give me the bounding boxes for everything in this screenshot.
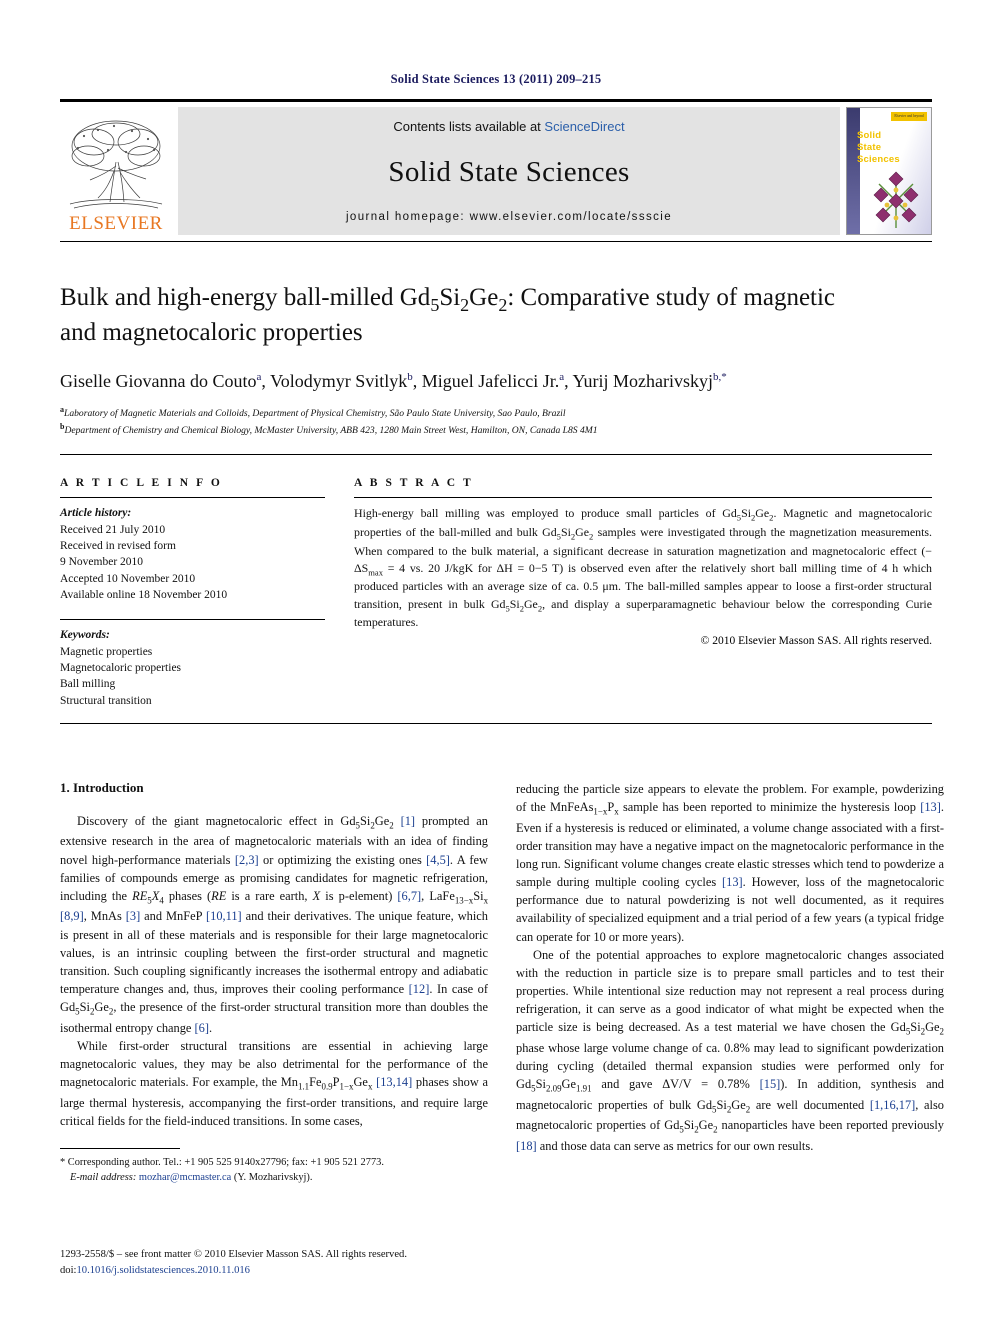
contents-prefix: Contents lists available at — [393, 119, 545, 134]
affiliation-list: aLaboratory of Magnetic Materials and Co… — [60, 404, 932, 438]
keyword-item: Ball milling — [60, 678, 116, 691]
email-link[interactable]: mozhar@mcmaster.ca — [139, 1172, 231, 1183]
abstract-rule-top — [354, 497, 932, 499]
footnote-text: * Corresponding author. Tel.: +1 905 525… — [60, 1155, 488, 1185]
sciencedirect-link[interactable]: ScienceDirect — [544, 119, 624, 134]
author-list: Giselle Giovanna do Coutoa, Volodymyr Sv… — [60, 371, 727, 392]
running-head: Solid State Sciences 13 (2011) 209–215 — [390, 72, 602, 86]
masthead-bottom-rule — [60, 241, 932, 242]
info-abstract-row: A R T I C L E I N F O Article history: R… — [60, 477, 932, 709]
cover-title-line2: State — [857, 141, 882, 153]
corresponding-author-line: * Corresponding author. Tel.: +1 905 525… — [60, 1157, 384, 1169]
article-history-block: Article history: Received 21 July 2010 R… — [60, 505, 325, 603]
article-info-rule-mid — [60, 619, 325, 621]
author-1-affil-mark: a — [256, 371, 262, 384]
paper-page: Solid State Sciences 13 (2011) 209–215 E… — [0, 0, 992, 1323]
abstract-heading: A B S T R A C T — [354, 477, 474, 490]
keywords-label: Keywords: — [60, 629, 110, 642]
cover-left-bar — [847, 108, 860, 234]
author-4: Yurij Mozharivskyjb,* — [572, 371, 727, 392]
paragraph: One of the potential approaches to explo… — [516, 947, 944, 1153]
cover-tag: Elsevier and beyond — [891, 112, 927, 121]
page-title: Bulk and high-energy ball-milled Gd5Si2G… — [60, 282, 932, 349]
author-1: Giselle Giovanna do Coutoa — [60, 371, 262, 392]
keyword-item: Magnetocaloric properties — [60, 661, 182, 674]
author-4-affil-mark: b,* — [712, 371, 727, 384]
article-info-column: A R T I C L E I N F O Article history: R… — [60, 477, 341, 709]
title-line-1: Bulk and high-energy ball-milled Gd5Si2G… — [60, 284, 836, 315]
keywords-block: Keywords: Magnetic properties Magnetocal… — [60, 627, 325, 709]
front-matter-footer: 1293-2558/$ – see front matter © 2010 El… — [60, 1247, 530, 1279]
cover-title-line3: Sciences — [857, 153, 900, 165]
article-info-rule-top — [60, 497, 325, 499]
masthead-top-rule — [60, 99, 932, 102]
footnote-rule — [60, 1148, 180, 1150]
journal-title: Solid State Sciences — [388, 156, 630, 188]
journal-homepage[interactable]: journal homepage: www.elsevier.com/locat… — [346, 211, 672, 223]
abstract-copyright: © 2010 Elsevier Masson SAS. All rights r… — [700, 635, 932, 648]
doi-line: doi:10.1016/j.solidstatesciences.2010.11… — [60, 1263, 530, 1279]
elsevier-wordmark: ELSEVIER — [69, 213, 163, 234]
history-item: Received 21 July 2010 — [60, 523, 166, 536]
affiliation-a: aLaboratory of Magnetic Materials and Co… — [60, 405, 566, 420]
journal-masthead: ELSEVIER Contents lists available at Sci… — [60, 107, 932, 235]
elsevier-logo: ELSEVIER — [60, 107, 172, 235]
doi-link[interactable]: 10.1016/j.solidstatesciences.2010.11.016 — [76, 1265, 250, 1276]
issn-copyright-line: 1293-2558/$ – see front matter © 2010 El… — [60, 1249, 407, 1261]
paragraph: Discovery of the giant magnetocaloric ef… — [60, 813, 489, 1035]
email-label: E-mail address: — [70, 1172, 137, 1184]
cover-title: Solid State Sciences — [857, 130, 900, 166]
cover-title-line1: Solid — [857, 130, 882, 141]
history-item: Received in revised form — [60, 539, 176, 552]
affiliation-rule — [60, 454, 932, 456]
keyword-item: Magnetic properties — [60, 645, 153, 658]
contents-list-line: Contents lists available at ScienceDirec… — [393, 119, 624, 134]
keyword-item: Structural transition — [60, 694, 152, 707]
journal-banner: Contents lists available at ScienceDirec… — [178, 107, 840, 235]
abstract-text: High-energy ball milling was employed to… — [354, 506, 932, 630]
history-item: Available online 18 November 2010 — [60, 588, 228, 601]
paragraph: reducing the particle size appears to el… — [516, 781, 944, 944]
abstract-column: A B S T R A C T High-energy ball milling… — [341, 477, 932, 709]
affiliation-b: bDepartment of Chemistry and Chemical Bi… — [60, 422, 598, 437]
section-heading-introduction: 1. Introduction — [60, 779, 144, 795]
elsevier-tree-icon — [64, 116, 168, 214]
body-right-column: reducing the particle size appears to el… — [516, 780, 944, 1186]
journal-cover-thumbnail: Elsevier and beyond Solid State Sciences — [846, 107, 932, 235]
body-columns: 1. Introduction Discovery of the giant m… — [60, 780, 944, 1186]
footnote-block: * Corresponding author. Tel.: +1 905 525… — [60, 1148, 488, 1185]
doi-label: doi: — [60, 1265, 77, 1277]
article-info-heading: A R T I C L E I N F O — [60, 477, 223, 490]
paragraph: While first-order structural transitions… — [60, 1038, 488, 1129]
history-item: 9 November 2010 — [60, 556, 144, 569]
article-history-label: Article history: — [60, 507, 132, 520]
body-left-column: 1. Introduction Discovery of the giant m… — [60, 780, 488, 1186]
email-line: E-mail address: mozhar@mcmaster.ca (Y. M… — [60, 1170, 488, 1185]
author-2-affil-mark: b — [407, 371, 413, 384]
title-line-2: and magnetocaloric properties — [60, 319, 363, 347]
email-suffix: (Y. Mozharivskyj). — [233, 1172, 313, 1184]
author-3-affil-mark: a — [559, 371, 565, 384]
history-item: Accepted 10 November 2010 — [60, 572, 196, 585]
abstract-bottom-rule — [60, 722, 932, 724]
author-3: Miguel Jafelicci Jr.a — [421, 371, 565, 392]
author-2: Volodymyr Svitlykb — [270, 371, 413, 392]
cover-crystal-structure-icon — [865, 170, 927, 232]
